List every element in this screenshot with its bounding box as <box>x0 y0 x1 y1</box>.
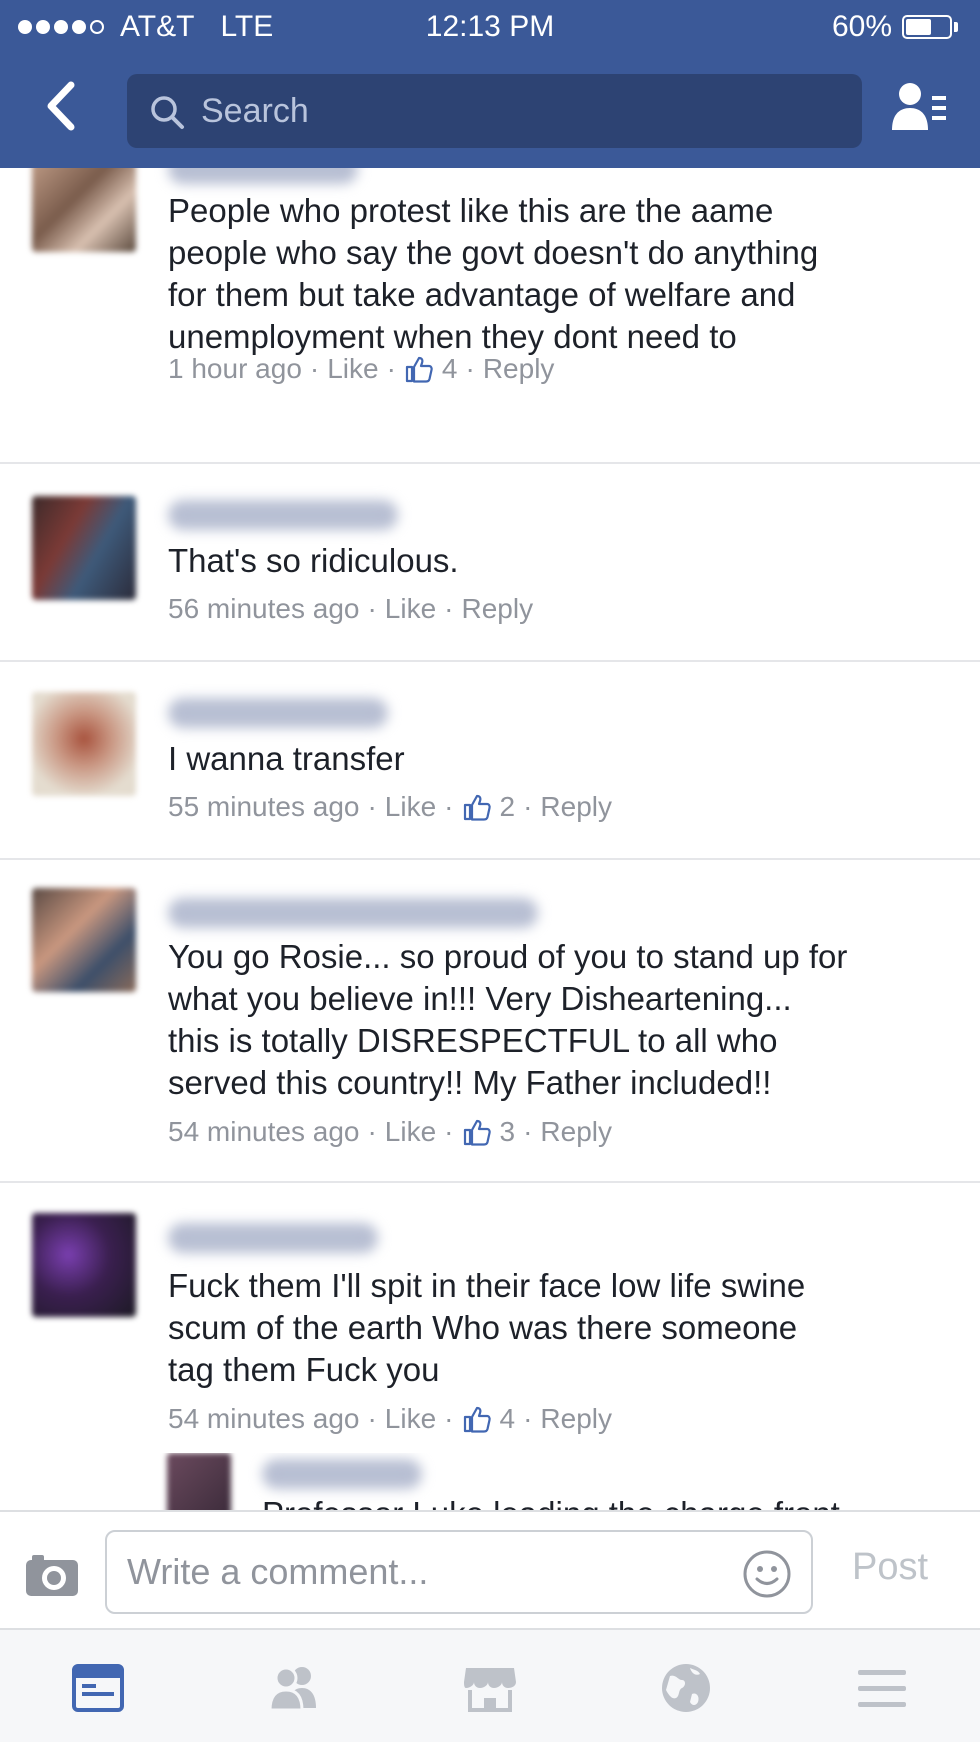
tab-news-feed[interactable] <box>68 1658 128 1718</box>
comment-item: I wanna transfer 55 minutes ago · Like ·… <box>0 662 980 859</box>
friends-icon <box>268 1666 316 1712</box>
comment-composer: Post <box>0 1510 980 1630</box>
reply-avatar[interactable] <box>167 1453 231 1510</box>
nav-bar <box>0 64 980 154</box>
reply-link[interactable]: Reply <box>540 791 612 823</box>
search-box[interactable] <box>127 74 862 148</box>
comment-text: I wanna transfer <box>168 740 405 777</box>
commenter-avatar[interactable] <box>32 168 136 252</box>
post-button[interactable]: Post <box>852 1546 928 1589</box>
commenter-avatar[interactable] <box>32 888 136 992</box>
comment-text: That's so ridiculous. <box>168 542 459 579</box>
commenter-avatar[interactable] <box>32 1213 136 1317</box>
like-link[interactable]: Like <box>385 1403 436 1435</box>
tab-bar <box>0 1630 980 1742</box>
search-input[interactable] <box>201 74 841 148</box>
camera-button[interactable] <box>24 1552 80 1598</box>
comment-text: Fuck them I'll spit in their face low li… <box>168 1267 806 1388</box>
comment-meta: 55 minutes ago · Like · 2 · Reply <box>168 791 612 823</box>
menu-icon <box>858 1670 906 1707</box>
chevron-left-icon <box>47 81 75 131</box>
comment-text: You go Rosie... so proud of you to stand… <box>168 938 848 1101</box>
comment-item: That's so ridiculous. 56 minutes ago · L… <box>0 464 980 661</box>
comment-meta: 56 minutes ago · Like · Reply <box>168 593 534 625</box>
friend-requests-button[interactable] <box>890 78 950 138</box>
reply-link[interactable]: Reply <box>483 353 555 385</box>
like-link[interactable]: Like <box>385 593 436 625</box>
battery-percent: 60% <box>831 10 892 43</box>
thumbs-up-icon <box>463 1119 491 1146</box>
notifications-globe-icon <box>662 1664 710 1712</box>
tab-menu[interactable] <box>852 1658 912 1718</box>
thumbs-up-icon <box>463 1406 491 1433</box>
comment-item: You go Rosie... so proud of you to stand… <box>0 860 980 1182</box>
commenter-name-blurred[interactable] <box>168 698 388 728</box>
top-header: AT&T LTE 12:13 PM 60% <box>0 0 980 168</box>
emoji-button[interactable] <box>741 1548 793 1600</box>
like-count: 2 <box>499 791 516 822</box>
reply-link[interactable]: Reply <box>540 1116 612 1148</box>
emoji-icon <box>743 1550 791 1598</box>
camera-icon <box>26 1555 78 1596</box>
thumbs-up-icon <box>463 794 491 821</box>
comment-meta: 1 hour ago · Like · 4 · Reply <box>168 353 555 385</box>
comment-input[interactable] <box>127 1532 727 1612</box>
commenter-name-blurred[interactable] <box>168 1223 378 1253</box>
battery-icon <box>902 15 952 39</box>
like-count: 4 <box>441 353 458 384</box>
reply-item: Professor Luke leading the charge front <box>0 1453 980 1510</box>
like-link[interactable]: Like <box>385 791 436 823</box>
comments-list: People who protest like this are the aam… <box>0 168 980 1510</box>
search-icon <box>151 96 184 129</box>
reply-name-blurred[interactable] <box>262 1459 422 1489</box>
friend-requests-icon <box>892 83 946 130</box>
commenter-name-blurred[interactable] <box>168 500 398 530</box>
comment-item: Fuck them I'll spit in their face low li… <box>0 1183 980 1443</box>
like-count: 4 <box>499 1403 516 1434</box>
comment-timestamp: 55 minutes ago <box>168 791 360 822</box>
battery-status: 60% <box>832 10 958 44</box>
tab-marketplace[interactable] <box>460 1658 520 1718</box>
commenter-avatar[interactable] <box>32 692 136 796</box>
tab-notifications[interactable] <box>656 1658 716 1718</box>
marketplace-icon <box>464 1668 516 1712</box>
tab-friends[interactable] <box>264 1658 324 1718</box>
like-link[interactable]: Like <box>327 353 378 385</box>
commenter-name-blurred[interactable] <box>168 168 358 184</box>
thumbs-up-icon <box>405 356 433 383</box>
like-link[interactable]: Like <box>385 1116 436 1148</box>
reply-link[interactable]: Reply <box>462 593 534 625</box>
commenter-name-blurred[interactable] <box>168 898 538 928</box>
back-button[interactable] <box>30 76 90 136</box>
comment-timestamp: 54 minutes ago <box>168 1116 360 1147</box>
comment-timestamp: 54 minutes ago <box>168 1403 360 1434</box>
reply-link[interactable]: Reply <box>540 1403 612 1435</box>
comment-meta: 54 minutes ago · Like · 3 · Reply <box>168 1116 612 1148</box>
reply-text: Professor Luke leading the charge front <box>262 1493 980 1510</box>
status-bar: AT&T LTE 12:13 PM 60% <box>0 0 980 56</box>
like-count: 3 <box>499 1116 516 1147</box>
comment-input-box[interactable] <box>105 1530 813 1614</box>
news-feed-icon <box>72 1664 124 1712</box>
comment-timestamp: 1 hour ago <box>168 353 302 384</box>
comment-meta: 54 minutes ago · Like · 4 · Reply <box>168 1403 612 1435</box>
comment-timestamp: 56 minutes ago <box>168 593 360 624</box>
comment-text: People who protest like this are the aam… <box>168 192 819 355</box>
commenter-avatar[interactable] <box>32 496 136 600</box>
